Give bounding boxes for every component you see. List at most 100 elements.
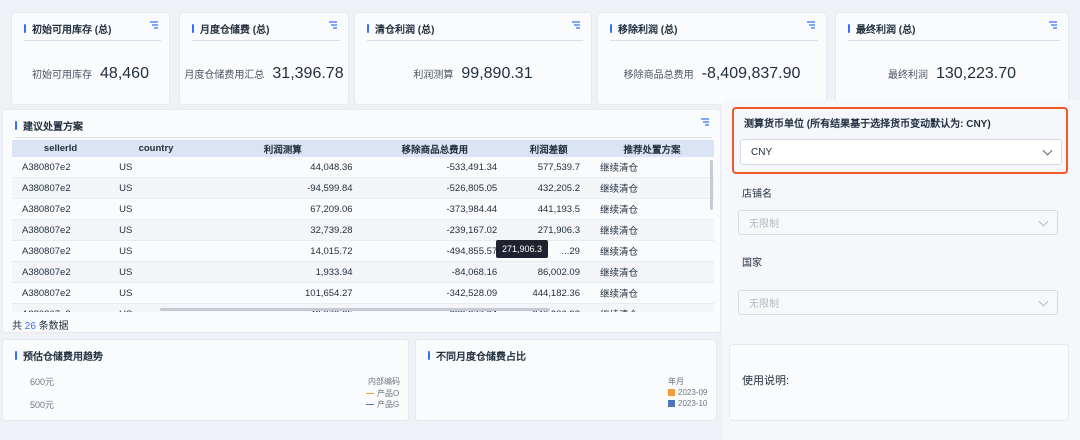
table-cell: 271,906.3 bbox=[507, 219, 590, 241]
column-header[interactable]: 推荐处置方案 bbox=[589, 140, 714, 157]
country-placeholder: 无限制 bbox=[749, 299, 779, 310]
table-cell: US bbox=[109, 219, 203, 241]
filter-icon[interactable] bbox=[806, 20, 816, 30]
filter-icon[interactable] bbox=[328, 20, 338, 30]
kpi-card-monthly-storage: 月度仓储费 (总) 月度仓储费用汇总 31,396.78 bbox=[180, 13, 348, 104]
table-cell: -84,068.16 bbox=[362, 261, 508, 283]
kpi-label: 利润测算 bbox=[413, 70, 454, 81]
table-cell: A380807e2 bbox=[12, 157, 110, 178]
table-cell: US bbox=[109, 157, 203, 178]
kpi-value: -8,409,837.90 bbox=[701, 64, 801, 82]
table-row[interactable]: A380807e2 US 14,015.72 -494,855.57 ...29 继续清仓 bbox=[12, 240, 714, 262]
table-row[interactable]: A380807e2 US 67,209.06 -373,984.44 441,193.5… bbox=[12, 198, 714, 220]
legend-item[interactable]: 产品O bbox=[366, 388, 399, 399]
legend-item[interactable]: 产品G bbox=[366, 399, 399, 410]
column-header[interactable]: 利润测算 bbox=[202, 140, 363, 157]
table-cell: 32,739.28 bbox=[202, 219, 363, 241]
table-row[interactable]: A380807e2 US -94,599.84 -526,805.05 432,205.… bbox=[12, 177, 714, 199]
disposal-table: sellerId country 利润测算 移除商品总费用 利润差额 推荐处置方案 A38… bbox=[12, 140, 714, 312]
value-tooltip: 271,906.3 bbox=[496, 240, 549, 258]
table-cell: 继续清仓 bbox=[589, 261, 714, 283]
disposal-table-wrap[interactable]: sellerId country 利润测算 移除商品总费用 利润差额 推荐处置方案 A38… bbox=[12, 140, 714, 312]
legend-swatch bbox=[366, 393, 374, 394]
chevron-down-icon bbox=[1042, 145, 1053, 156]
table-cell: -342,528.09 bbox=[362, 282, 508, 304]
table-scrollbar-vertical[interactable] bbox=[710, 160, 713, 210]
kpi-value: 31,396.78 bbox=[272, 64, 344, 82]
total-prefix: 共 bbox=[12, 321, 22, 332]
table-cell: US bbox=[109, 177, 203, 199]
country-label: 国家 bbox=[742, 258, 762, 269]
usage-label: 使用说明: bbox=[742, 375, 790, 387]
table-scrollbar-horizontal[interactable] bbox=[160, 308, 550, 311]
store-select[interactable]: 无限制 bbox=[738, 210, 1058, 235]
title-marker bbox=[192, 23, 194, 33]
table-cell: 86,002.09 bbox=[507, 261, 590, 283]
kpi-label: 移除商品总费用 bbox=[623, 70, 694, 81]
title-underline bbox=[610, 40, 818, 41]
table-row[interactable]: A380807e2 US 32,739.28 -239,167.02 271,906.3… bbox=[12, 219, 714, 241]
legend-swatch bbox=[366, 404, 374, 405]
title-marker bbox=[15, 120, 17, 130]
table-cell: 101,654.27 bbox=[202, 282, 363, 304]
column-header[interactable]: country bbox=[109, 140, 203, 157]
country-select[interactable]: 无限制 bbox=[738, 290, 1058, 315]
legend-item[interactable]: 2023-10 bbox=[668, 399, 707, 408]
legend-item[interactable]: 2023-09 bbox=[668, 388, 707, 397]
filter-icon[interactable] bbox=[149, 20, 159, 30]
table-row[interactable]: A380807e2 US 1,933.94 -84,068.16 86,002.09 继续… bbox=[12, 261, 714, 283]
card-title: 建议处置方案 bbox=[23, 121, 83, 133]
table-row[interactable]: A380807e2 US 44,048.36 -533,491.34 577,539.7… bbox=[12, 157, 714, 178]
table-cell: 441,193.5 bbox=[507, 198, 590, 220]
table-cell: A380807e2 bbox=[12, 240, 110, 262]
table-cell: A380807e2 bbox=[12, 198, 110, 220]
store-placeholder: 无限制 bbox=[749, 219, 779, 230]
legend-label: 2023-09 bbox=[678, 388, 708, 397]
table-cell: 继续清仓 bbox=[589, 157, 714, 178]
table-cell: -533,491.34 bbox=[362, 157, 508, 178]
currency-label: 测算货币单位 (所有结果基于选择货币变动默认为: CNY) bbox=[744, 119, 991, 130]
kpi-title: 初始可用库存 (总) bbox=[32, 24, 112, 36]
title-marker bbox=[610, 23, 612, 33]
table-cell: 继续清仓 bbox=[589, 177, 714, 199]
legend-label: 产品G bbox=[377, 400, 400, 409]
kpi-title: 月度仓储费 (总) bbox=[200, 24, 270, 36]
currency-select[interactable]: CNY bbox=[740, 139, 1062, 165]
kpi-value: 48,460 bbox=[100, 64, 149, 82]
chevron-down-icon bbox=[1038, 296, 1049, 307]
table-header-row: sellerId country 利润测算 移除商品总费用 利润差额 推荐处置方案 bbox=[12, 140, 714, 157]
title-underline bbox=[367, 40, 583, 41]
table-body: A380807e2 US 44,048.36 -533,491.34 577,539.7… bbox=[12, 157, 714, 312]
table-row[interactable]: A380807e2 US 101,654.27 -342,528.09 444,182.… bbox=[12, 282, 714, 304]
legend-swatch bbox=[668, 400, 675, 407]
table-cell: 继续清仓 bbox=[589, 282, 714, 304]
legend-label: 2023-10 bbox=[678, 399, 708, 408]
table-cell: -94,599.84 bbox=[202, 177, 363, 199]
title-marker bbox=[428, 350, 430, 360]
table-cell: A380807e2 bbox=[12, 177, 110, 199]
column-header[interactable]: sellerId bbox=[12, 140, 110, 157]
column-header[interactable]: 利润差额 bbox=[507, 140, 590, 157]
filter-icon[interactable] bbox=[1048, 20, 1058, 30]
table-cell: 1,933.94 bbox=[202, 261, 363, 283]
table-cell: US bbox=[109, 261, 203, 283]
filter-icon[interactable] bbox=[700, 117, 710, 127]
kpi-title: 清仓利润 (总) bbox=[375, 24, 435, 36]
table-cell: A380807e2 bbox=[12, 303, 110, 312]
title-underline bbox=[192, 40, 340, 41]
title-marker bbox=[24, 23, 26, 33]
card-title: 不同月度仓储费占比 bbox=[436, 351, 526, 363]
kpi-title: 最终利润 (总) bbox=[856, 24, 916, 36]
kpi-label: 最终利润 bbox=[887, 70, 928, 81]
column-header[interactable]: 移除商品总费用 bbox=[362, 140, 508, 157]
table-cell: US bbox=[109, 282, 203, 304]
title-marker bbox=[367, 23, 369, 33]
total-count: 26 bbox=[24, 321, 36, 332]
table-cell: -494,855.57 bbox=[362, 240, 508, 262]
store-label: 店铺名 bbox=[742, 189, 772, 200]
kpi-card-initial-inventory: 初始可用库存 (总) 初始可用库存 48,460 bbox=[12, 13, 169, 104]
table-cell: 577,539.7 bbox=[507, 157, 590, 178]
filter-icon[interactable] bbox=[571, 20, 581, 30]
table-cell: 67,209.06 bbox=[202, 198, 363, 220]
legend-title: 内部编码 bbox=[368, 377, 400, 386]
